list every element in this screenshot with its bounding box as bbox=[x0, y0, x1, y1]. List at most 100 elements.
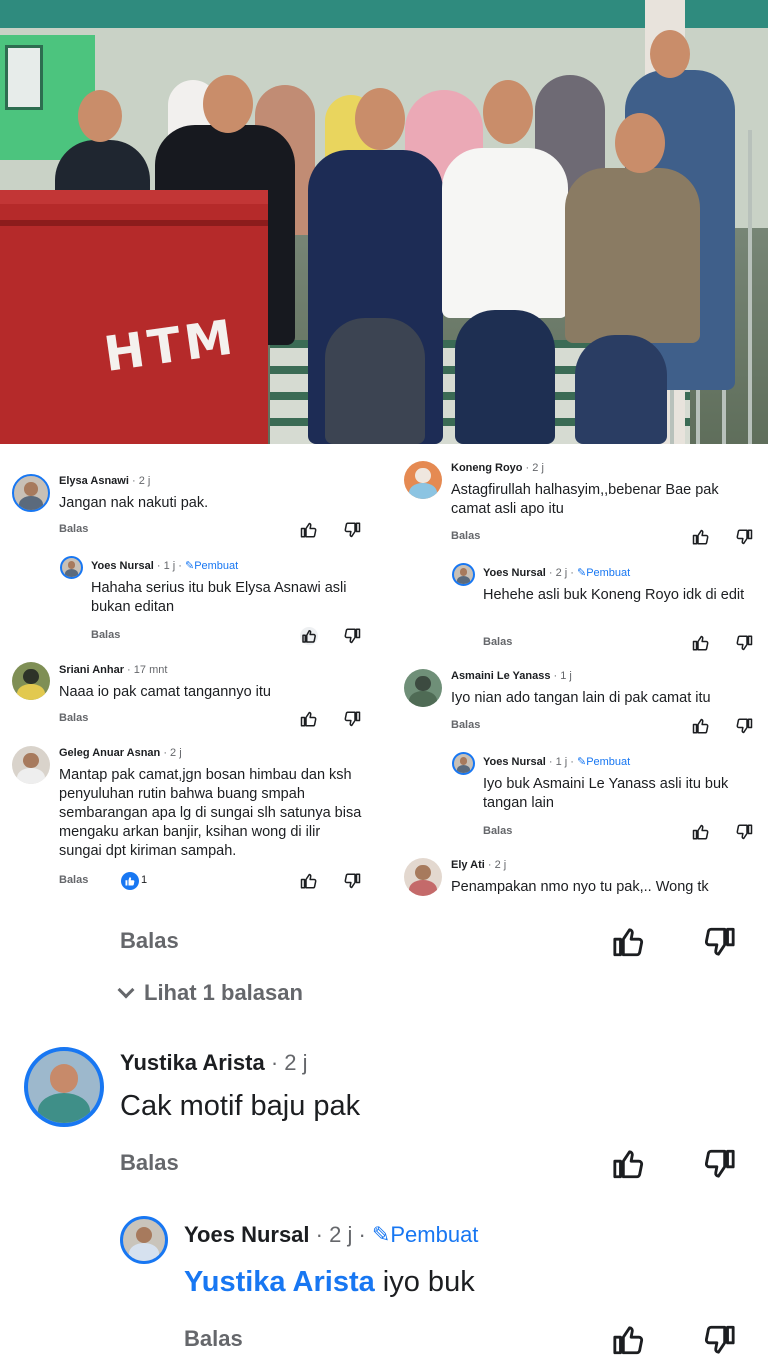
like-reaction-icon[interactable] bbox=[121, 872, 139, 890]
commenter-name[interactable]: Sriani Anhar bbox=[59, 664, 124, 676]
thumb-up-icon[interactable] bbox=[612, 1323, 646, 1357]
commenter-name[interactable]: Asmaini Le Yanass bbox=[451, 670, 550, 682]
photo-window bbox=[5, 45, 43, 110]
reply-button[interactable]: Balas bbox=[120, 1150, 179, 1176]
commenter-name[interactable]: Yoes Nursal bbox=[184, 1222, 310, 1247]
commenter-name[interactable]: Elysa Asnawi bbox=[59, 475, 129, 487]
comment-text: Astagfirullah halhasyim,,bebenar Bae pak… bbox=[451, 482, 719, 517]
comment-text: Mantap pak camat,jgn bosan himbau dan ks… bbox=[59, 767, 362, 859]
pencil-icon: ✎ bbox=[184, 560, 195, 572]
thumb-down-icon[interactable] bbox=[343, 521, 361, 539]
photo-face bbox=[355, 88, 405, 150]
reply-button[interactable]: Balas bbox=[483, 636, 512, 648]
avatar[interactable] bbox=[452, 563, 475, 586]
commenter-name[interactable]: Yoes Nursal bbox=[483, 567, 546, 579]
author-badge: Pembuat bbox=[194, 560, 239, 572]
reply-button[interactable]: Balas bbox=[451, 719, 480, 731]
author-badge: Pembuat bbox=[586, 756, 631, 768]
avatar[interactable] bbox=[452, 752, 475, 775]
mention-link[interactable]: Yustika Arista bbox=[184, 1266, 375, 1298]
commenter-name[interactable]: Yustika Arista bbox=[120, 1050, 265, 1075]
avatar[interactable] bbox=[24, 1047, 104, 1127]
commenter-name[interactable]: Geleg Anuar Asnan bbox=[59, 747, 160, 759]
see-replies-label: Lihat 1 balasan bbox=[144, 980, 303, 1005]
comment-time: 2 j bbox=[138, 475, 151, 487]
avatar[interactable] bbox=[12, 662, 50, 700]
thumb-down-icon[interactable] bbox=[735, 528, 753, 546]
commenter-name[interactable]: Yoes Nursal bbox=[483, 756, 546, 768]
thumb-up-icon[interactable] bbox=[300, 872, 318, 890]
reply-button[interactable]: Balas bbox=[91, 629, 120, 641]
comment-time: 17 mnt bbox=[133, 664, 168, 676]
pencil-icon: ✎ bbox=[576, 567, 587, 579]
thumb-up-icon[interactable] bbox=[692, 528, 710, 546]
avatar[interactable] bbox=[12, 474, 50, 512]
avatar[interactable] bbox=[12, 746, 50, 784]
comment-text: Hehehe asli buk Koneng Royo idk di edit bbox=[483, 587, 745, 603]
see-replies-button[interactable]: Lihat 1 balasan bbox=[117, 980, 303, 1006]
thumb-up-icon[interactable] bbox=[300, 710, 318, 728]
photo-face bbox=[203, 75, 253, 133]
comment-time: 2 j bbox=[532, 462, 544, 474]
author-badge: Pembuat bbox=[586, 567, 631, 579]
author-badge: Pembuat bbox=[390, 1222, 479, 1247]
photo-person-white-shirt bbox=[442, 148, 568, 318]
comment-time: 2 j bbox=[329, 1222, 353, 1247]
thumb-down-icon[interactable] bbox=[735, 717, 753, 735]
avatar[interactable] bbox=[404, 461, 442, 499]
reply-button[interactable]: Balas bbox=[451, 530, 480, 542]
thumb-up-icon[interactable] bbox=[612, 1147, 646, 1181]
comment-time: 2 j bbox=[494, 859, 507, 871]
comment-text: Iyo buk Asmaini Le Yanass asli itu buk t… bbox=[483, 776, 729, 811]
thumb-up-icon[interactable] bbox=[300, 521, 318, 539]
comment-time: 2 j bbox=[284, 1050, 308, 1075]
thumb-down-icon[interactable] bbox=[343, 627, 361, 645]
reply-text: iyo buk bbox=[374, 1266, 475, 1298]
commenter-name[interactable]: Yoes Nursal bbox=[91, 560, 154, 572]
comment-text: Cak motif baju pak bbox=[120, 1090, 361, 1122]
avatar[interactable] bbox=[120, 1216, 168, 1264]
thumb-down-icon[interactable] bbox=[343, 872, 361, 890]
comment-time: 2 j bbox=[555, 567, 568, 579]
thumb-down-icon[interactable] bbox=[735, 634, 753, 652]
thumb-down-icon[interactable] bbox=[702, 1147, 736, 1181]
thumb-down-icon[interactable] bbox=[343, 710, 361, 728]
commenter-name[interactable]: Ely Ati bbox=[451, 859, 485, 871]
photo-person-pants bbox=[325, 318, 425, 444]
thumb-down-icon[interactable] bbox=[702, 1323, 736, 1357]
thumb-down-icon[interactable] bbox=[702, 925, 736, 959]
photo-face bbox=[615, 113, 665, 173]
reply-button[interactable]: Balas bbox=[59, 523, 88, 535]
thumb-down-icon[interactable] bbox=[735, 823, 753, 841]
thumb-up-icon[interactable] bbox=[692, 717, 710, 735]
reply-button[interactable]: Balas bbox=[184, 1326, 243, 1352]
comment-text: Jangan nak nakuti pak. bbox=[59, 495, 209, 511]
comment-text: Naaa io pak camat tangannyo itu bbox=[59, 684, 271, 700]
avatar[interactable] bbox=[60, 556, 83, 579]
reply-button[interactable]: Balas bbox=[120, 928, 179, 954]
comment-text: Yustika Arista iyo buk bbox=[184, 1266, 475, 1299]
comment-time: 1 j bbox=[555, 756, 568, 768]
photo-face bbox=[483, 80, 533, 144]
pencil-icon: ✎ bbox=[371, 1222, 391, 1247]
comment-time: 2 j bbox=[170, 747, 182, 759]
avatar[interactable] bbox=[404, 858, 442, 896]
photo-person-pants bbox=[455, 310, 555, 444]
comment-text: Penampakan nmo nyo tu pak,.. Wong tk bbox=[451, 879, 709, 895]
reply-button[interactable]: Balas bbox=[59, 712, 88, 724]
thumb-up-icon[interactable] bbox=[612, 925, 646, 959]
thumb-up-icon[interactable] bbox=[692, 634, 710, 652]
avatar[interactable] bbox=[404, 669, 442, 707]
comment-time: 1 j bbox=[163, 560, 176, 572]
reply-button[interactable]: Balas bbox=[59, 874, 88, 886]
reply-button[interactable]: Balas bbox=[483, 825, 512, 837]
reaction-count: 1 bbox=[141, 874, 148, 886]
post-photo[interactable]: HTM bbox=[0, 0, 768, 444]
thumb-up-icon[interactable] bbox=[692, 823, 710, 841]
thumb-up-icon[interactable] bbox=[300, 627, 318, 645]
photo-person-khaki-shirt bbox=[565, 168, 700, 343]
commenter-name[interactable]: Koneng Royo bbox=[451, 462, 523, 474]
comments-screenshot-left: Elysa Asnawi · 2 j Jangan nak nakuti pak… bbox=[0, 455, 384, 905]
pencil-icon: ✎ bbox=[576, 756, 587, 768]
photo-face bbox=[650, 30, 690, 78]
